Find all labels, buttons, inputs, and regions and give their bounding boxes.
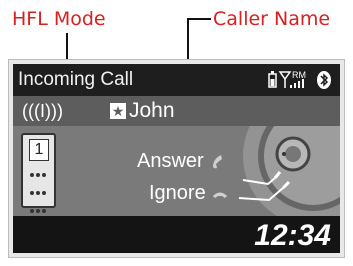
bottom-bar: 12:34 xyxy=(13,216,340,253)
star-icon: ★ xyxy=(110,103,126,119)
caller-name-callout: Caller Name xyxy=(213,8,331,30)
hfl-mode-callout: HFL Mode xyxy=(12,8,106,30)
caller-name-leader-h xyxy=(187,18,211,20)
hfl-display: Incoming Call RM (((I))) ★ John 1 Answer… xyxy=(13,64,340,253)
answer-handset-icon xyxy=(213,154,223,169)
caller-row: (((I))) ★ John xyxy=(13,96,340,126)
screen-title: Incoming Call xyxy=(18,69,134,90)
status-icons: RM xyxy=(268,70,331,89)
answer-label: Answer xyxy=(137,150,204,172)
phone-icon: 1 xyxy=(21,133,56,231)
bluetooth-icon xyxy=(317,71,331,89)
ignore-handset-icon xyxy=(213,192,228,198)
clock: 12:34 xyxy=(254,219,331,252)
status-bar: Incoming Call RM xyxy=(13,64,340,96)
ignore-option[interactable]: Ignore xyxy=(149,182,229,204)
ringing-signal-indicator: (((I))) xyxy=(22,101,63,121)
caller-name: John xyxy=(129,99,175,122)
battery-icon xyxy=(268,71,277,88)
answer-option[interactable]: Answer xyxy=(137,150,225,172)
roaming-indicator: RM xyxy=(292,70,306,80)
phone-line-number: 1 xyxy=(29,139,49,161)
ignore-label: Ignore xyxy=(149,182,206,204)
